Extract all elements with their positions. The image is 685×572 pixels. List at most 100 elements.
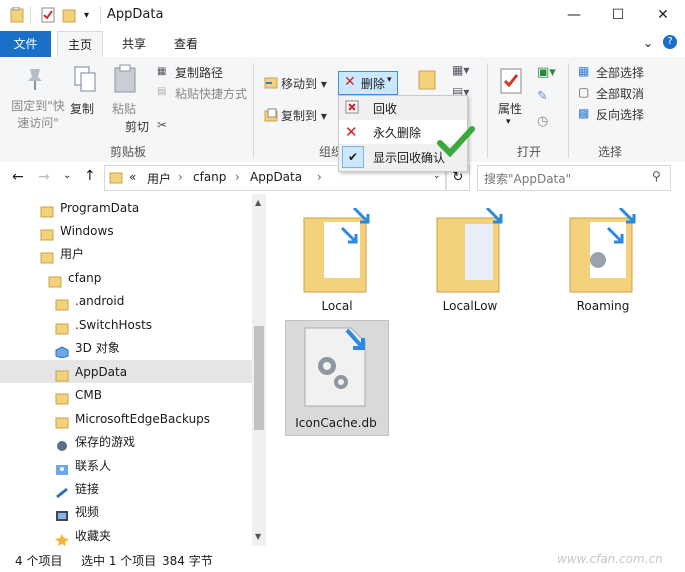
nav-item-3d-objects[interactable]: 3D 对象 <box>55 337 120 359</box>
edit-icon: ✎ <box>537 89 548 104</box>
nav-item-cmb[interactable]: CMB <box>55 384 102 406</box>
nav-scrollbar[interactable]: ▲ ▼ <box>252 194 266 546</box>
window-title: AppData <box>107 7 164 22</box>
customize-quick-icon[interactable]: ▾ <box>84 10 98 26</box>
copy-to-button[interactable]: 复制到 ▾ <box>281 107 327 124</box>
tab-view[interactable]: 查看 <box>164 31 208 57</box>
move-to-icon <box>264 75 278 92</box>
nav-item-windows[interactable]: Windows <box>40 220 114 242</box>
menu-label: 显示回收确认 <box>373 151 446 165</box>
folder-icon <box>55 296 69 310</box>
green-check-annotation-icon <box>437 126 475 158</box>
nav-item-appdata[interactable]: AppData <box>55 361 127 383</box>
selected-size: 384 字节 <box>162 554 213 568</box>
file-iconcache-db[interactable]: IconCache.db <box>281 320 391 435</box>
copy-button[interactable]: 复制 <box>70 100 94 117</box>
cube-icon <box>55 343 69 359</box>
properties-button[interactable]: 属性 <box>498 100 522 117</box>
move-to-label: 移动到 <box>281 77 318 91</box>
open-icon: ▣▾ <box>537 65 556 80</box>
properties-icon <box>499 67 523 98</box>
breadcrumb-overflow[interactable]: « <box>129 170 136 184</box>
maximize-button[interactable]: ☐ <box>596 0 640 30</box>
forward-arrow-icon[interactable]: → <box>38 169 50 185</box>
paste-button[interactable]: 粘贴 <box>112 100 136 117</box>
properties-quick-icon[interactable] <box>41 7 55 23</box>
select-all-button[interactable]: 全部选择 <box>596 64 644 81</box>
folder-shortcut-icon <box>436 208 503 293</box>
nav-item-videos[interactable]: 视频 <box>55 501 99 523</box>
nav-item-users[interactable]: 用户 <box>40 243 84 265</box>
close-button[interactable]: ✕ <box>641 0 685 30</box>
delete-button[interactable]: ✕ 删除 ▾ <box>338 71 398 95</box>
nav-item-contacts[interactable]: 联系人 <box>55 455 111 477</box>
separator <box>253 63 254 158</box>
nav-item-android[interactable]: .android <box>55 290 124 312</box>
menu-item-recycle[interactable]: 回收 <box>339 96 467 120</box>
item-count: 4 个项目 <box>15 554 63 568</box>
select-none-button[interactable]: 全部取消 <box>596 85 644 102</box>
nav-label: cfanp <box>68 271 102 285</box>
file-name: IconCache.db <box>295 416 377 430</box>
folder-icon <box>40 203 54 217</box>
paste-icon <box>113 63 137 96</box>
nav-item-saved-games[interactable]: 保存的游戏 <box>55 431 135 453</box>
back-arrow-icon[interactable]: ← <box>12 169 24 185</box>
nav-item-edge-backups[interactable]: MicrosoftEdgeBackups <box>55 408 210 430</box>
recent-locations-icon[interactable]: ⌄ <box>63 170 71 181</box>
nav-item-favorites[interactable]: 收藏夹 <box>55 525 111 547</box>
up-arrow-icon[interactable]: ↑ <box>84 168 96 184</box>
new-item-icon: ▦▾ <box>452 63 470 77</box>
nav-item-switchhosts[interactable]: .SwitchHosts <box>55 314 152 336</box>
address-dropdown-icon[interactable]: ⌄ <box>433 171 441 181</box>
file-roaming[interactable]: Roaming <box>548 200 658 315</box>
nav-label: AppData <box>75 365 128 379</box>
new-folder-quick-icon[interactable] <box>62 7 76 23</box>
folder-icon <box>40 226 54 240</box>
tab-home[interactable]: 主页 <box>57 31 104 58</box>
file-locallow[interactable]: LocalLow <box>415 200 525 315</box>
search-icon[interactable]: ⚲ <box>652 169 661 183</box>
collapse-ribbon-icon[interactable]: ⌄ <box>643 36 653 50</box>
cut-button[interactable]: 剪切 <box>125 118 149 135</box>
video-icon <box>55 507 69 521</box>
help-icon[interactable]: ? <box>663 35 677 49</box>
scroll-down-icon[interactable]: ▼ <box>255 532 261 541</box>
folder-icon <box>48 273 62 287</box>
search-placeholder: 搜索"AppData" <box>484 172 572 186</box>
tab-share[interactable]: 共享 <box>112 31 156 57</box>
tab-file[interactable]: 文件 <box>0 31 51 57</box>
paste-shortcut-button[interactable]: 粘贴快捷方式 <box>175 85 247 102</box>
separator <box>568 63 569 158</box>
group-clipboard-label: 剪贴板 <box>110 145 147 159</box>
delete-dropdown-icon[interactable]: ▾ <box>387 75 392 85</box>
file-local[interactable]: Local <box>282 200 392 315</box>
minimize-button[interactable]: — <box>552 0 596 30</box>
select-none-icon: ▢ <box>578 85 590 99</box>
scroll-up-icon[interactable]: ▲ <box>255 198 261 207</box>
select-all-icon: ▦ <box>578 64 590 78</box>
history-icon: ◷ <box>537 114 549 129</box>
file-name: Roaming <box>576 299 630 313</box>
nav-item-links[interactable]: 链接 <box>55 478 99 500</box>
properties-dropdown-icon[interactable]: ▾ <box>506 117 511 127</box>
breadcrumb-cfanp[interactable]: cfanp <box>193 170 226 184</box>
cut-label: 剪切 <box>125 120 150 134</box>
copy-path-button[interactable]: 复制路径 <box>175 64 223 81</box>
scroll-thumb[interactable] <box>254 326 264 430</box>
breadcrumb-appdata[interactable]: AppData <box>250 170 302 184</box>
breadcrumb-users[interactable]: 用户 <box>147 170 171 187</box>
nav-item-cfanp[interactable]: cfanp <box>48 267 101 289</box>
pin-icon <box>24 67 46 94</box>
file-name: LocalLow <box>442 299 498 313</box>
invert-selection-button[interactable]: 反向选择 <box>596 106 644 123</box>
nav-item-programdata[interactable]: ProgramData <box>40 197 139 219</box>
nav-label: 视频 <box>75 505 100 519</box>
move-to-button[interactable]: 移动到 ▾ <box>281 75 327 92</box>
pin-quick-access-button[interactable]: 固定到"快 速访问" <box>8 98 68 132</box>
search-input[interactable]: 搜索"AppData" ⚲ <box>477 165 671 191</box>
new-folder-icon <box>418 67 436 94</box>
file-name: Local <box>321 299 353 313</box>
folder-icon <box>40 249 54 263</box>
link-icon <box>55 484 69 498</box>
